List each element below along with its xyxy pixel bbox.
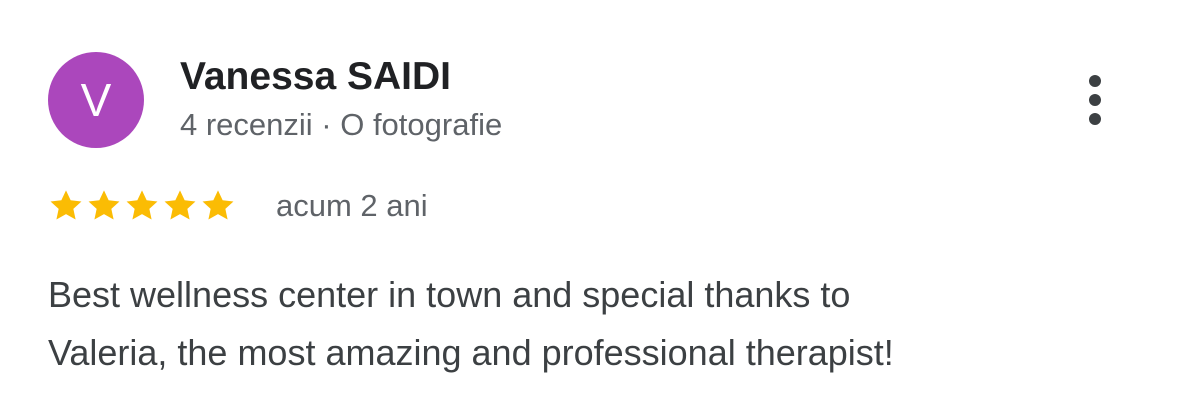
review-text-line: Valeria, the most amazing and profession… <box>48 332 894 373</box>
star-icon <box>126 190 158 220</box>
reviewer-meta: 4 recenzii · O fotografie <box>180 107 503 142</box>
star-icon <box>202 190 234 220</box>
review-card: V Vanessa SAIDI 4 recenzii · O fotografi… <box>0 0 1179 413</box>
more-options-button[interactable] <box>1074 68 1116 132</box>
avatar-initial: V <box>80 74 112 126</box>
review-text-line: Best wellness center in town and special… <box>48 274 851 315</box>
avatar[interactable]: V <box>48 52 144 148</box>
star-rating <box>48 186 236 226</box>
review-text: Best wellness center in town and special… <box>48 266 1128 382</box>
review-time: acum 2 ani <box>276 188 428 223</box>
star-icon <box>88 190 120 220</box>
star-icon <box>164 190 196 220</box>
star-icon <box>50 190 82 220</box>
reviewer-name[interactable]: Vanessa SAIDI <box>180 54 451 100</box>
